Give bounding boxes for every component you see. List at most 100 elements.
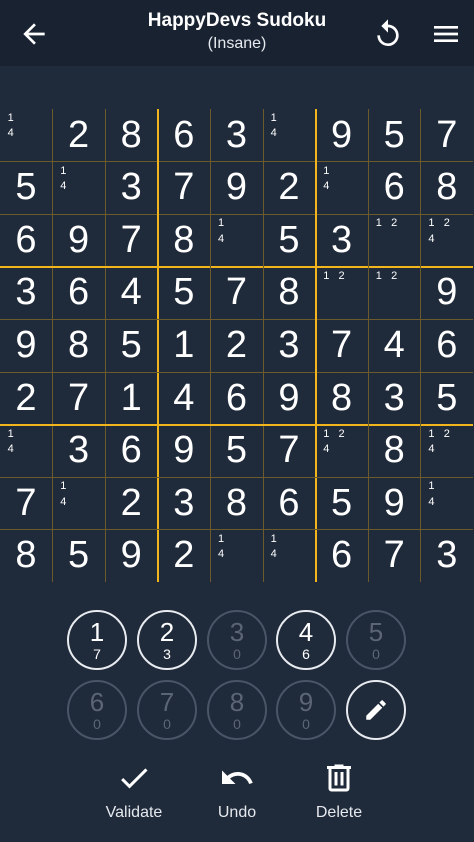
board-cell[interactable]: 7 [210,267,262,319]
board-cell[interactable]: 124 [421,425,473,477]
board-cell[interactable]: 14 [263,530,315,582]
board-cell[interactable]: 7 [53,372,105,424]
board-cell[interactable]: 5 [421,372,473,424]
board-cell[interactable]: 6 [0,214,52,266]
board-cell[interactable]: 6 [210,372,262,424]
cell-value: 3 [120,166,142,209]
board-cell[interactable]: 14 [53,162,105,214]
board-cell[interactable]: 8 [105,109,157,161]
board-cell[interactable]: 7 [105,214,157,266]
board-cell[interactable]: 8 [0,530,52,582]
undo-button[interactable]: Undo [187,760,287,822]
board-cell[interactable]: 2 [210,319,262,371]
board-cell[interactable]: 2 [263,162,315,214]
board-cell[interactable]: 3 [210,109,262,161]
board-cell[interactable]: 3 [105,162,157,214]
cell-value: 1 [120,376,142,419]
board-cell[interactable]: 2 [105,477,157,529]
board-cell[interactable]: 7 [368,530,420,582]
board-cell[interactable]: 5 [0,162,52,214]
board-cell[interactable]: 5 [105,319,157,371]
board-cell[interactable]: 1 [105,372,157,424]
board-cell[interactable]: 12 [368,214,420,266]
number-button-5[interactable]: 50 [346,610,406,670]
board-cell[interactable]: 6 [158,109,210,161]
board-cell[interactable]: 14 [263,109,315,161]
board-cell[interactable]: 3 [368,372,420,424]
note-digit: 1 [60,480,67,493]
board-cell[interactable]: 1 [158,319,210,371]
board-cell[interactable]: 7 [316,319,368,371]
board-cell[interactable]: 7 [263,425,315,477]
board-cell[interactable]: 3 [158,477,210,529]
board-cell[interactable]: 3 [53,425,105,477]
board-cell[interactable]: 3 [263,319,315,371]
board-cell[interactable]: 3 [421,530,473,582]
delete-button[interactable]: Delete [289,760,389,822]
board-cell[interactable]: 9 [210,162,262,214]
board-cell[interactable]: 9 [263,372,315,424]
board-cell[interactable]: 8 [368,425,420,477]
board-cell[interactable]: 2 [0,372,52,424]
board-cell[interactable]: 6 [105,425,157,477]
number-button-7[interactable]: 70 [137,680,197,740]
board-cell[interactable]: 4 [368,319,420,371]
board-cell[interactable]: 6 [53,267,105,319]
board-cell[interactable]: 8 [263,267,315,319]
board-cell[interactable]: 8 [316,372,368,424]
pencil-mode-button[interactable] [346,680,406,740]
board-cell[interactable]: 14 [0,109,52,161]
number-button-3[interactable]: 30 [207,610,267,670]
board-cell[interactable]: 3 [316,214,368,266]
board-cell[interactable]: 8 [158,214,210,266]
board-cell[interactable]: 9 [158,425,210,477]
board-cell[interactable]: 5 [316,477,368,529]
number-button-8[interactable]: 80 [207,680,267,740]
restart-button[interactable] [372,18,404,50]
board-cell[interactable]: 7 [421,109,473,161]
board-cell[interactable]: 9 [53,214,105,266]
board-cell[interactable]: 7 [0,477,52,529]
validate-button[interactable]: Validate [84,760,184,822]
board-cell[interactable]: 9 [0,319,52,371]
number-button-2[interactable]: 23 [137,610,197,670]
board-cell[interactable]: 4 [105,267,157,319]
board-cell[interactable]: 9 [421,267,473,319]
board-cell[interactable]: 3 [0,267,52,319]
board-cell[interactable]: 5 [158,267,210,319]
board-cell[interactable]: 4 [158,372,210,424]
menu-button[interactable] [430,18,462,50]
board-cell[interactable]: 6 [368,162,420,214]
board-cell[interactable]: 6 [316,530,368,582]
board-cell[interactable]: 8 [53,319,105,371]
board-cell[interactable]: 124 [316,425,368,477]
board-cell[interactable]: 7 [158,162,210,214]
board-cell[interactable]: 14 [210,214,262,266]
board-cell[interactable]: 5 [368,109,420,161]
board-cell[interactable]: 14 [210,530,262,582]
board-cell[interactable]: 9 [316,109,368,161]
board-cell[interactable]: 2 [53,109,105,161]
number-button-9[interactable]: 90 [276,680,336,740]
board-cell[interactable]: 5 [263,214,315,266]
board-cell[interactable]: 6 [263,477,315,529]
board-cell[interactable]: 14 [316,162,368,214]
number-button-1[interactable]: 17 [67,610,127,670]
number-button-6[interactable]: 60 [67,680,127,740]
board-cell[interactable]: 9 [368,477,420,529]
back-button[interactable] [18,18,50,50]
board-cell[interactable]: 14 [53,477,105,529]
board-cell[interactable]: 9 [105,530,157,582]
board-cell[interactable]: 12 [368,267,420,319]
board-cell[interactable]: 8 [421,162,473,214]
board-cell[interactable]: 14 [0,425,52,477]
board-cell[interactable]: 6 [421,319,473,371]
board-cell[interactable]: 5 [53,530,105,582]
board-cell[interactable]: 14 [421,477,473,529]
number-button-4[interactable]: 46 [276,610,336,670]
board-cell[interactable]: 2 [158,530,210,582]
board-cell[interactable]: 5 [210,425,262,477]
board-cell[interactable]: 8 [210,477,262,529]
board-cell[interactable]: 12 [316,267,368,319]
board-cell[interactable]: 124 [421,214,473,266]
